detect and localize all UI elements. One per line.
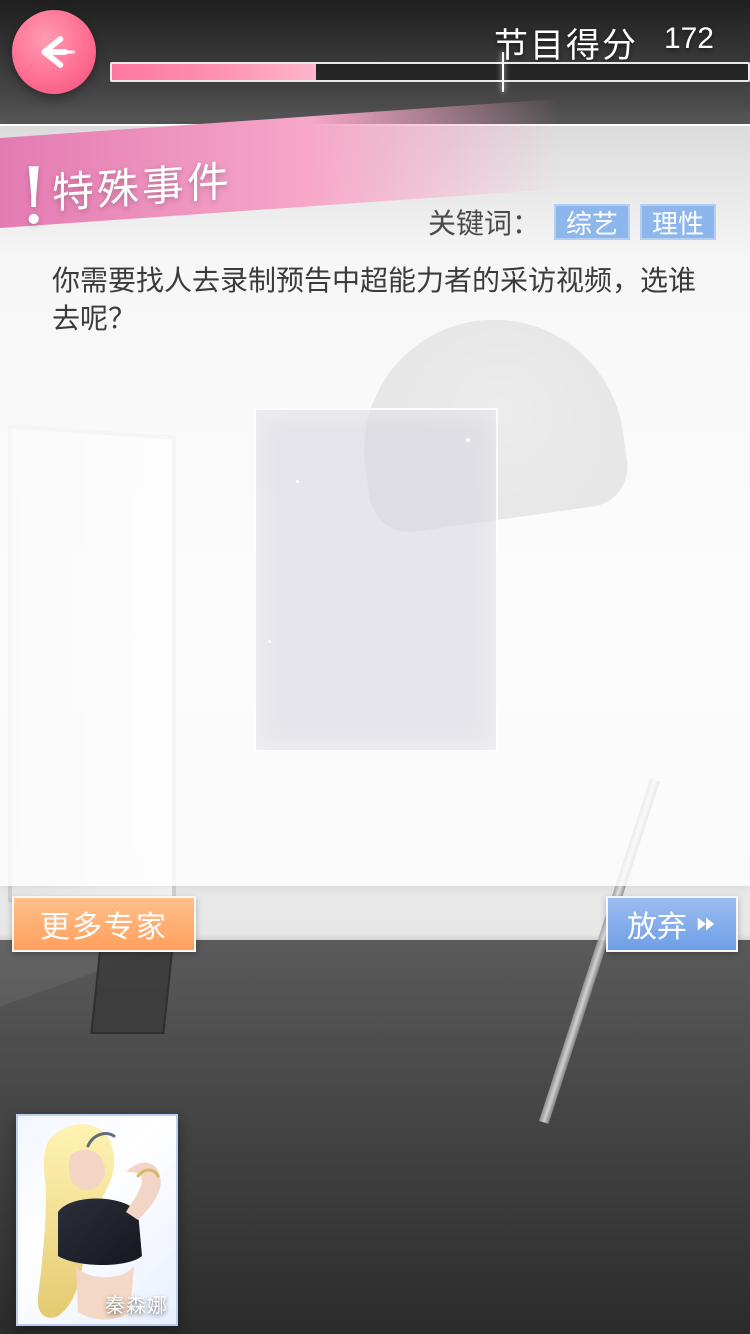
more-experts-label: 更多专家 [40,910,168,945]
keyword-tag: 理性 [640,204,717,240]
sparkle-icon [466,438,470,442]
keywords-row: 关键词： 综艺 理性 [428,202,717,242]
event-title: 特殊事件 [52,156,233,218]
event-card: ! 特殊事件 关键词： 综艺 理性 你需要找人去录制预告中超能力者的采访视频，选… [0,98,750,886]
character-card[interactable]: 秦森娜 [16,1114,178,1326]
score-target-marker [502,52,504,92]
candidate-image-slot[interactable] [254,408,498,752]
sparkle-icon [296,480,299,483]
score-value: 172 [663,22,714,55]
fast-forward-icon [697,917,715,931]
keywords-label: 关键词： [428,207,541,240]
event-question: 你需要找人去录制预告中超能力者的采访视频，选谁去呢？ [52,264,697,335]
give-up-button[interactable]: 放弃 [606,896,738,952]
score-area: 节目得分 172 [110,16,750,92]
more-experts-button[interactable]: 更多专家 [12,896,196,952]
score-progress-fill [112,64,316,80]
score-progress-bar [110,52,750,92]
sparkle-icon [268,640,271,643]
exclamation-icon: ! [18,152,50,242]
background-equipment-box [90,945,174,1034]
back-arrow-icon [41,36,76,68]
score-label: 节目得分 [494,26,638,66]
give-up-label: 放弃 [627,910,687,945]
back-button[interactable] [12,10,96,94]
character-name: 秦森娜 [105,1293,168,1317]
keyword-tag: 综艺 [554,204,631,240]
